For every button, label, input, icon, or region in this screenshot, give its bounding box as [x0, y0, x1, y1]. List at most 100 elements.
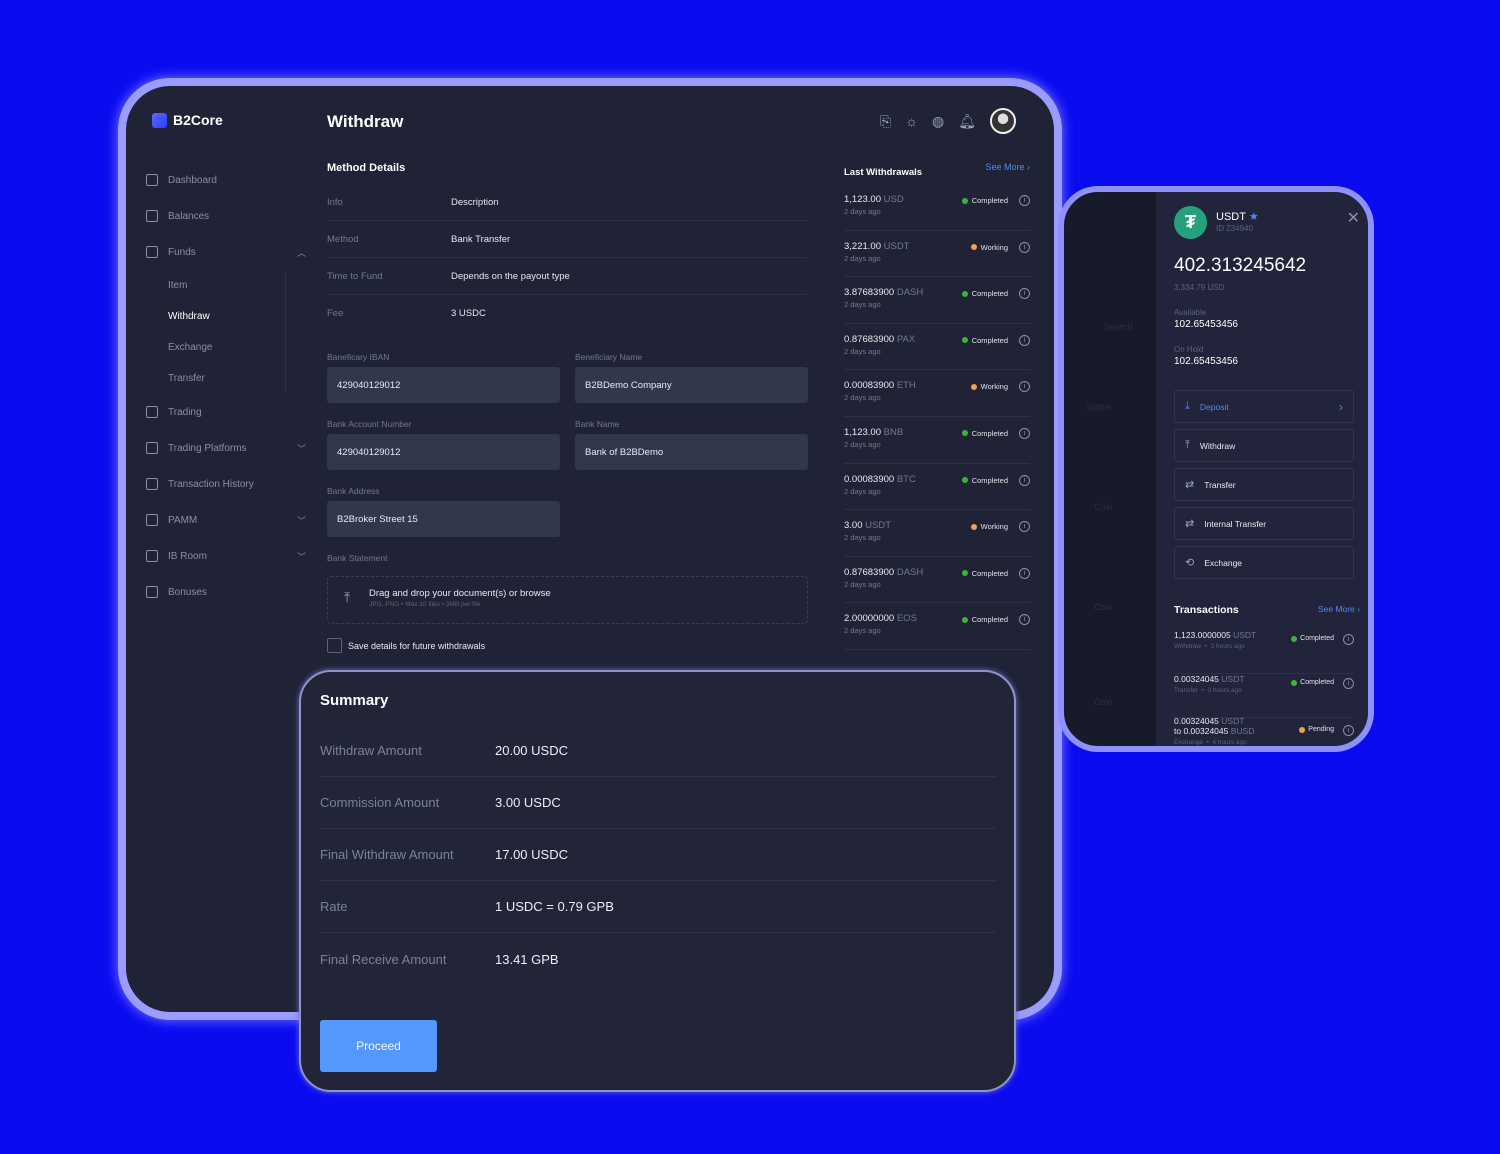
- sun-icon[interactable]: ☼: [905, 113, 918, 129]
- sidebar-item-trading[interactable]: Trading: [146, 394, 306, 430]
- download-doc-icon[interactable]: ⎘: [880, 113, 891, 130]
- info-icon[interactable]: i: [1019, 288, 1030, 300]
- withdrawal-time: 2 days ago: [844, 393, 881, 403]
- beneficiary-name-input[interactable]: B2BDemo Company: [575, 367, 808, 403]
- transaction-row[interactable]: 0.00324045 USDT Transfer • 3 hours ago Com…: [1174, 674, 1354, 718]
- sidebar-item-dashboard[interactable]: Dashboard: [146, 162, 306, 198]
- method-row: Fee 3 USDC: [327, 295, 807, 332]
- withdrawal-row[interactable]: 0.87683900 DASH 2 days ago Completed i: [844, 557, 1030, 604]
- method-row: Time to Fund Depends on the payout type: [327, 258, 807, 295]
- save-details-checkbox[interactable]: Save details for future withdrawals: [327, 638, 485, 653]
- deposit-button[interactable]: ⤓ Deposit ›: [1174, 390, 1354, 423]
- summary-key: Commission Amount: [320, 795, 440, 810]
- background-label: Search: [1104, 322, 1133, 332]
- amount-currency: PAX: [896, 333, 916, 345]
- amount-currency: USDT: [1221, 716, 1245, 726]
- bell-icon[interactable]: 🔔︎: [958, 113, 976, 130]
- sidebar-item-bonuses[interactable]: Bonuses: [146, 574, 306, 610]
- status-text: Completed: [971, 289, 1008, 299]
- sidebar-item-label: Dashboard: [168, 174, 217, 186]
- sidebar-item-balances[interactable]: Balances: [146, 198, 306, 234]
- status-badge: Working: [970, 522, 1008, 531]
- chevron-down-icon[interactable]: ﹀: [297, 550, 306, 563]
- sidebar-item-label: Balances: [168, 210, 210, 222]
- withdrawal-row[interactable]: 3,221.00 USDT 2 days ago Working i: [844, 231, 1030, 278]
- chevron-down-icon[interactable]: ﹀: [297, 514, 306, 527]
- sidebar-item-transaction-history[interactable]: Transaction History: [146, 466, 306, 502]
- avatar[interactable]: [990, 108, 1017, 134]
- status-badge: Completed: [1291, 635, 1334, 642]
- chevron-down-icon[interactable]: ﹀: [297, 442, 306, 455]
- info-icon[interactable]: i: [1019, 334, 1030, 346]
- info-icon[interactable]: i: [1343, 634, 1354, 645]
- chevron-right-icon: ›: [1339, 399, 1343, 414]
- withdrawal-time: 2 days ago: [844, 626, 881, 636]
- withdrawal-row[interactable]: 3.00 USDT 2 days ago Working i: [844, 510, 1030, 557]
- withdrawal-row[interactable]: 0.87683900 PAX 2 days ago Completed i: [844, 324, 1030, 371]
- exchange-button[interactable]: ⟲ Exchange: [1174, 546, 1354, 579]
- transaction-meta: Exchange • 4 hours ago: [1174, 739, 1247, 746]
- globe-icon[interactable]: ◍: [932, 113, 944, 130]
- transactions-see-more-link[interactable]: See More ›: [1318, 604, 1360, 614]
- info-icon[interactable]: i: [1019, 195, 1030, 206]
- upload-icon: ⤒: [344, 589, 351, 605]
- amount-value: 0.87683900: [844, 333, 895, 345]
- info-icon[interactable]: i: [1019, 241, 1030, 253]
- sidebar-item-ib-room[interactable]: IB Room ﹀: [146, 538, 306, 574]
- info-icon[interactable]: i: [1343, 725, 1354, 736]
- bank-name-input[interactable]: Bank of B2BDemo: [575, 434, 808, 470]
- bank-address-input[interactable]: B2Broker Street 15: [327, 501, 560, 537]
- amount-value: 2.00000000: [844, 613, 895, 625]
- sidebar-subitem-exchange[interactable]: Exchange: [146, 332, 285, 363]
- see-more-link[interactable]: See More ›: [985, 162, 1030, 172]
- checkbox-box[interactable]: [327, 638, 342, 653]
- iban-input[interactable]: 429040129012: [327, 367, 560, 403]
- info-icon[interactable]: i: [1019, 474, 1030, 486]
- internal-transfer-button[interactable]: ⇄ Internal Transfer: [1174, 507, 1354, 540]
- withdrawal-row[interactable]: 0.00083900 ETH 2 days ago Working i: [844, 370, 1030, 417]
- info-icon[interactable]: i: [1019, 521, 1030, 533]
- sidebar-item-pamm[interactable]: PAMM ﹀: [146, 502, 306, 538]
- funds-submenu: Item Withdraw Exchange Transfer: [146, 270, 286, 394]
- method-row-key: Time to Fund: [327, 270, 383, 282]
- info-icon[interactable]: i: [1019, 567, 1030, 579]
- transaction-row[interactable]: 0.00324045 USDT to 0.00324045 BUSD Exchang…: [1174, 716, 1354, 746]
- status-dot-icon: [961, 616, 968, 623]
- info-icon[interactable]: i: [1019, 427, 1030, 439]
- withdrawal-row[interactable]: 0.00083900 BTC 2 days ago Completed i: [844, 464, 1030, 511]
- chevron-up-icon[interactable]: ︿: [297, 246, 306, 259]
- available-label: Available: [1174, 308, 1207, 317]
- withdrawal-row[interactable]: 3.87683900 DASH 2 days ago Completed i: [844, 277, 1030, 324]
- amount-value: 3.87683900: [844, 287, 895, 299]
- proceed-button[interactable]: Proceed: [320, 1020, 437, 1072]
- transaction-meta: Withdraw • 2 hours ago: [1174, 643, 1245, 650]
- amount-value: 3.00: [844, 520, 863, 532]
- close-icon[interactable]: ✕: [1347, 208, 1360, 228]
- on-hold-value: 102.65453456: [1174, 356, 1238, 367]
- withdrawal-row[interactable]: 1,123.00 BNB 2 days ago Completed i: [844, 417, 1030, 464]
- withdraw-button[interactable]: ⤒ Withdraw: [1174, 429, 1354, 462]
- withdrawal-amount: 3,221.00 USDT: [844, 241, 910, 252]
- method-row-key: Method: [327, 233, 359, 245]
- account-number-input[interactable]: 429040129012: [327, 434, 560, 470]
- iban-label: Baneficary IBAN: [327, 352, 390, 362]
- sidebar-item-label: Trading: [168, 406, 202, 418]
- sidebar-subitem-item[interactable]: Item: [146, 270, 285, 301]
- status-text: Working: [980, 242, 1008, 252]
- bank-statement-label: Bank Statement: [327, 553, 388, 563]
- sidebar-subitem-withdraw[interactable]: Withdraw: [146, 301, 285, 332]
- sidebar-subitem-transfer[interactable]: Transfer: [146, 363, 285, 394]
- sidebar-item-funds[interactable]: Funds ︿: [146, 234, 306, 270]
- transaction-row[interactable]: 1,123.0000005 USDT Withdraw • 2 hours ago…: [1174, 630, 1354, 674]
- info-icon[interactable]: i: [1343, 678, 1354, 689]
- transfer-button[interactable]: ⇄ Transfer: [1174, 468, 1354, 501]
- withdrawal-row[interactable]: 2.00000000 EOS 2 days ago Completed i: [844, 603, 1030, 650]
- info-icon[interactable]: i: [1019, 614, 1030, 626]
- withdrawal-row[interactable]: 1,123.00 USD 2 days ago Completed i: [844, 184, 1030, 231]
- file-dropzone[interactable]: ⤒ Drag and drop your document(s) or brow…: [327, 576, 808, 624]
- star-icon[interactable]: ★: [1249, 211, 1259, 223]
- info-icon[interactable]: i: [1019, 381, 1030, 393]
- brand-logo[interactable]: B2Core: [152, 112, 223, 128]
- status-badge: Working: [970, 242, 1008, 252]
- sidebar-item-trading-platforms[interactable]: Trading Platforms ﹀: [146, 430, 306, 466]
